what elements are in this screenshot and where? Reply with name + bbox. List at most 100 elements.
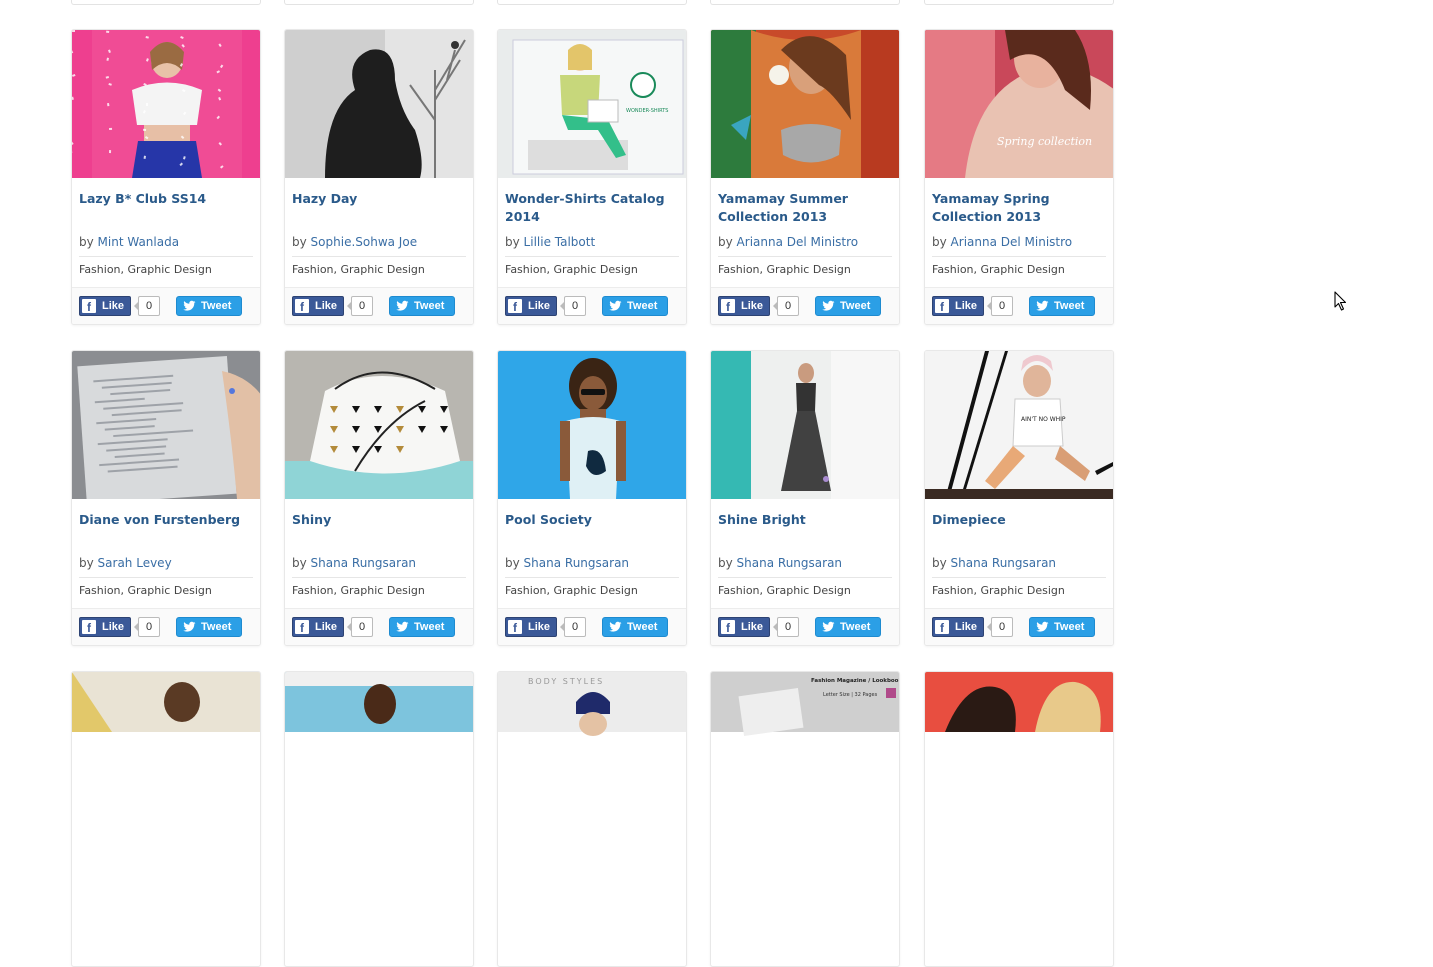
project-thumbnail[interactable] [925,672,1114,820]
project-thumbnail[interactable]: Fashion Magazine / LookbookLetter Size |… [711,672,900,820]
facebook-like-button[interactable]: f Like [79,296,131,316]
thumbnail-image [285,672,474,820]
svg-text:WONDER-SHIRTS: WONDER-SHIRTS [626,108,668,114]
author-prefix: by [718,556,733,570]
project-title-link[interactable]: Yamamay Spring Collection 2013 [932,190,1108,226]
project-thumbnail[interactable] [711,351,900,499]
like-label: Like [955,297,977,315]
project-grid: Lazy B* Club SS14 by Mint Wanlada Fashio… [0,0,1433,720]
project-card [284,671,474,967]
tweet-button[interactable]: Tweet [389,296,455,316]
project-thumbnail[interactable] [285,351,474,499]
project-author: by Shana Rungsaran [292,554,468,572]
project-title-link[interactable]: Yamamay Summer Collection 2013 [718,190,894,226]
divider [505,256,679,257]
facebook-like-button[interactable]: f Like [932,296,984,316]
like-label: Like [528,297,550,315]
tweet-label: Tweet [840,618,870,636]
author-link[interactable]: Sophie.Sohwa Joe [311,235,418,249]
project-title-link[interactable]: Wonder-Shirts Catalog 2014 [505,190,681,226]
thumbnail-image: WONDER-SHIRTS [498,30,687,178]
project-thumbnail[interactable] [285,672,474,820]
facebook-like-button[interactable]: f Like [505,296,557,316]
tweet-button[interactable]: Tweet [602,617,668,637]
project-thumbnail[interactable] [72,351,261,499]
like-count: 0 [138,617,160,637]
social-bar: f Like 0 Tweet [711,608,899,645]
twitter-bird-icon [183,621,196,633]
author-link[interactable]: Shana Rungsaran [737,556,842,570]
project-thumbnail[interactable]: WONDER-SHIRTS [498,30,687,178]
project-author: by Arianna Del Ministro [932,233,1108,251]
project-title-link[interactable]: Dimepiece [932,511,1108,529]
facebook-like-button[interactable]: f Like [718,617,770,637]
thumbnail-image: AIN'T NO WHIP [925,351,1114,499]
author-link[interactable]: Shana Rungsaran [524,556,629,570]
tweet-label: Tweet [627,618,657,636]
like-count: 0 [564,617,586,637]
divider [932,256,1106,257]
twitter-bird-icon [609,300,622,312]
author-link[interactable]: Arianna Del Ministro [951,235,1073,249]
project-thumbnail[interactable] [711,30,900,178]
like-count: 0 [777,296,799,316]
like-count: 0 [991,296,1013,316]
divider [79,256,253,257]
tweet-button[interactable]: Tweet [176,296,242,316]
author-link[interactable]: Sarah Levey [98,556,172,570]
twitter-bird-icon [396,621,409,633]
project-thumbnail[interactable]: BODY STYLES [498,672,687,820]
like-label: Like [315,297,337,315]
project-card: Yamamay Summer Collection 2013 by Ariann… [710,29,900,325]
facebook-like-button[interactable]: f Like [718,296,770,316]
project-title-link[interactable]: Pool Society [505,511,681,529]
author-prefix: by [79,235,94,249]
like-count: 0 [138,296,160,316]
twitter-bird-icon [183,300,196,312]
facebook-like-button[interactable]: f Like [932,617,984,637]
author-link[interactable]: Mint Wanlada [98,235,180,249]
project-title-link[interactable]: Diane von Furstenberg [79,511,255,529]
tweet-label: Tweet [840,297,870,315]
project-card: BODY STYLES [497,671,687,967]
project-thumbnail[interactable]: Spring collection [925,30,1114,178]
like-count: 0 [351,617,373,637]
tweet-label: Tweet [1054,618,1084,636]
like-count: 0 [777,617,799,637]
project-author: by Arianna Del Ministro [718,233,894,251]
project-thumbnail[interactable]: AIN'T NO WHIP [925,351,1114,499]
facebook-like-button[interactable]: f Like [505,617,557,637]
author-link[interactable]: Lillie Talbott [524,235,596,249]
facebook-like-button[interactable]: f Like [292,617,344,637]
project-thumbnail[interactable] [72,672,261,820]
project-author: by Sarah Levey [79,554,255,572]
project-title-link[interactable]: Lazy B* Club SS14 [79,190,255,208]
project-title-link[interactable]: Shiny [292,511,468,529]
author-link[interactable]: Shana Rungsaran [311,556,416,570]
project-thumbnail[interactable] [285,30,474,178]
like-label: Like [741,618,763,636]
project-title-link[interactable]: Shine Bright [718,511,894,529]
tweet-button[interactable]: Tweet [602,296,668,316]
social-bar: f Like 0 Tweet [925,287,1113,324]
tweet-button[interactable]: Tweet [389,617,455,637]
social-bar: f Like 0 Tweet [285,608,473,645]
tweet-button[interactable]: Tweet [1029,296,1095,316]
project-thumbnail[interactable] [72,30,261,178]
project-categories: Fashion, Graphic Design [718,584,894,597]
twitter-bird-icon [1036,621,1049,633]
facebook-like-button[interactable]: f Like [292,296,344,316]
tweet-button[interactable]: Tweet [815,617,881,637]
project-card [924,671,1114,967]
project-thumbnail[interactable] [498,351,687,499]
facebook-icon: f [935,299,949,313]
tweet-button[interactable]: Tweet [176,617,242,637]
thumbnail-image [72,30,261,178]
project-categories: Fashion, Graphic Design [79,263,255,276]
tweet-button[interactable]: Tweet [815,296,881,316]
project-title-link[interactable]: Hazy Day [292,190,468,208]
facebook-like-button[interactable]: f Like [79,617,131,637]
author-link[interactable]: Arianna Del Ministro [737,235,859,249]
tweet-button[interactable]: Tweet [1029,617,1095,637]
author-link[interactable]: Shana Rungsaran [951,556,1056,570]
